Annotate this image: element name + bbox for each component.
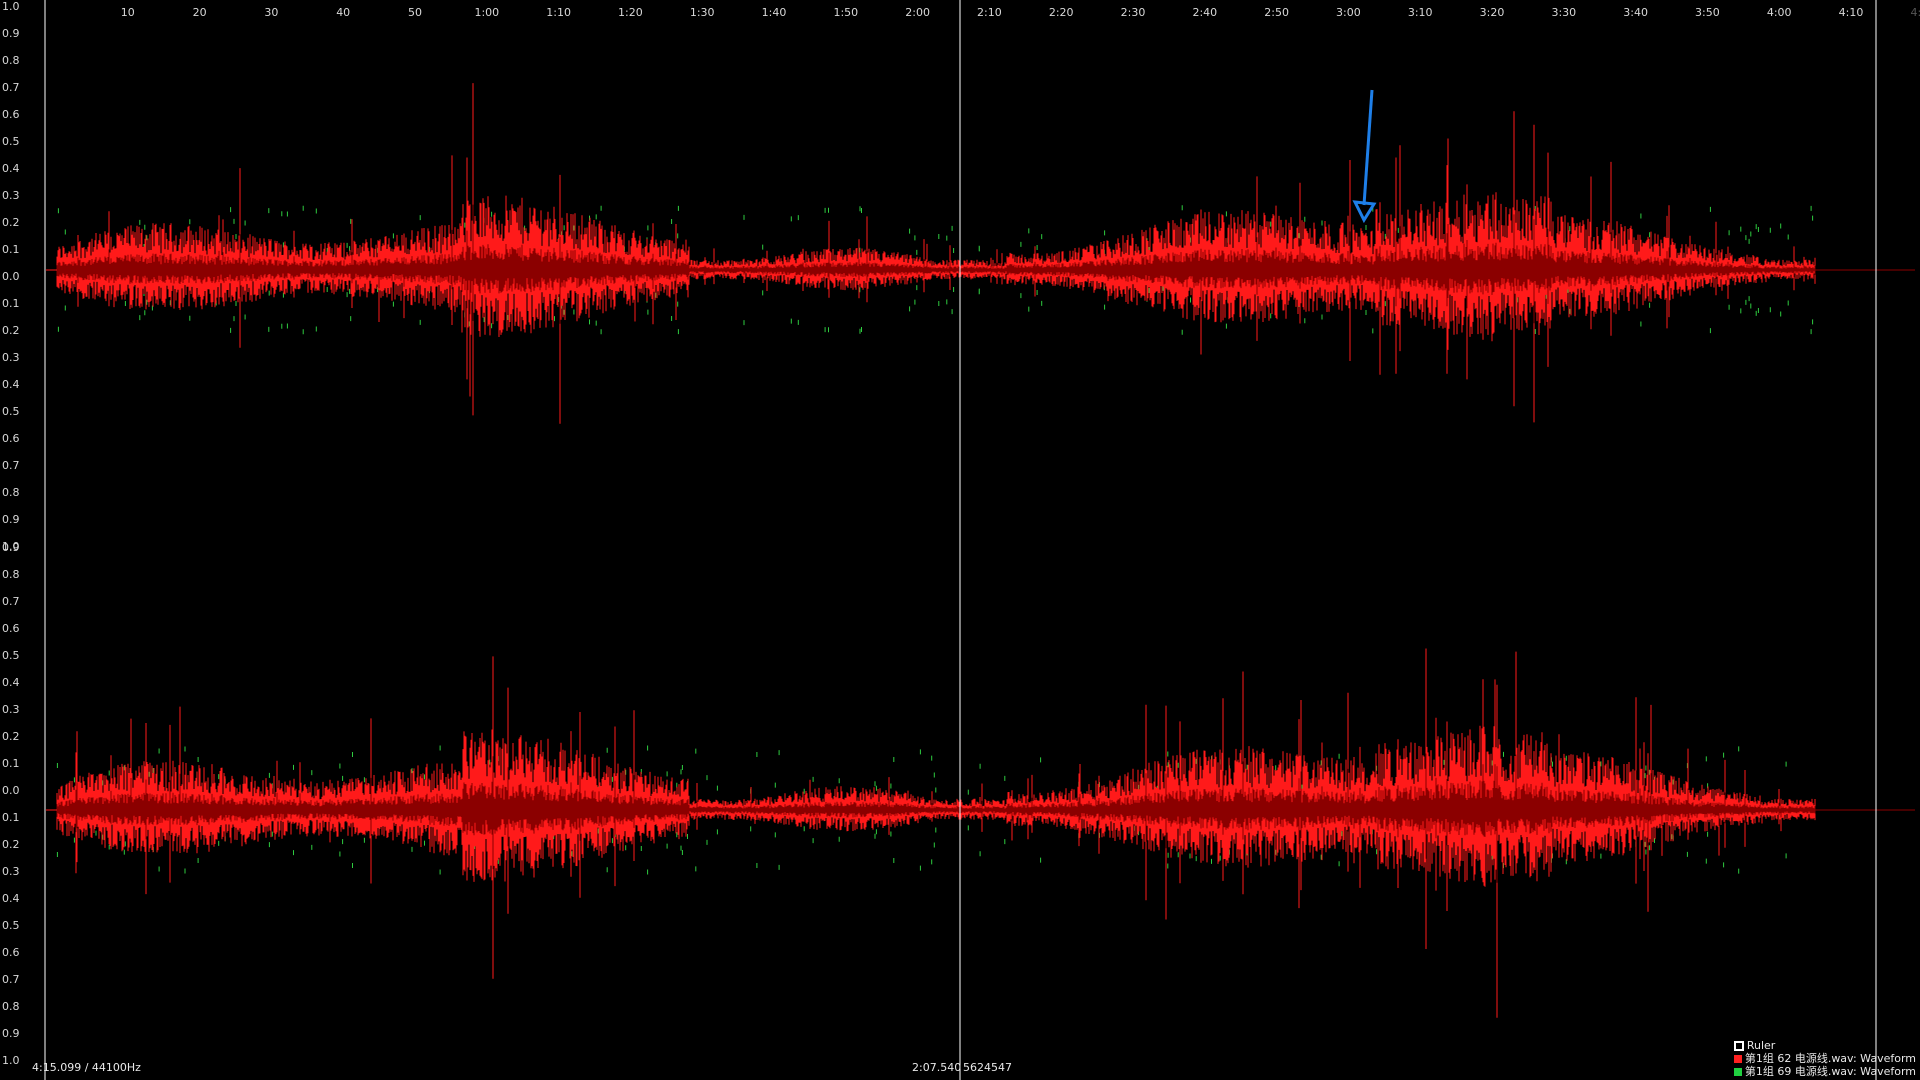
waveform-viewer[interactable]: 1.0 0.9 0.8 0.7 0.6 0.5 0.4 0.3 0.2 0.1 0.0 0.1 0.2 0…	[0, 0, 1920, 1080]
amplitude-tick-label: 0.8	[2, 54, 20, 67]
amplitude-tick-label: 0.9	[2, 513, 20, 526]
amplitude-tick-label: 0.1	[2, 757, 20, 770]
amplitude-tick-label: 0.8	[2, 486, 20, 499]
cursor-time-readout: 2:07.540	[912, 1061, 962, 1074]
time-tick-label: 1:30	[689, 6, 715, 19]
legend-label: Ruler	[1746, 1039, 1776, 1052]
amplitude-tick-label: 0.2	[2, 324, 20, 337]
amplitude-tick-label: 0.2	[2, 216, 20, 229]
amplitude-tick-label: 0.5	[2, 649, 20, 662]
amplitude-tick-label: 0.4	[2, 378, 20, 391]
time-tick-label: 1:00	[474, 6, 500, 19]
time-tick-label: 40	[336, 6, 351, 19]
amplitude-tick-label: 0.4	[2, 676, 20, 689]
cursor-sample-readout: 5624547	[963, 1061, 1012, 1074]
time-tick-label: 2:50	[1264, 6, 1289, 19]
amplitude-tick-label: 0.7	[2, 595, 20, 608]
time-tick-label: 30	[264, 6, 279, 19]
amplitude-tick-label: 0.9	[2, 1027, 20, 1040]
legend-swatch	[1733, 1067, 1742, 1076]
time-tick-label: 3:00	[1336, 6, 1361, 19]
time-tick-label: 3:40	[1623, 6, 1648, 19]
time-tick-label: 3:30	[1551, 6, 1577, 19]
amplitude-tick-label: 0.1	[2, 243, 20, 256]
amplitude-tick-label: 0.6	[2, 108, 20, 121]
time-tick-label: 2:40	[1192, 6, 1218, 19]
time-tick-label: 20	[192, 6, 207, 19]
legend-label: 第1组 62 电源线.wav: Waveform	[1744, 1052, 1916, 1065]
time-tick-label: 1:40	[761, 6, 787, 19]
amplitude-tick-label: 0.9	[2, 27, 20, 40]
amplitude-tick-label: 0.5	[2, 919, 20, 932]
time-tick-label: 10	[120, 6, 135, 19]
legend-item: 第1组 62 电源线.wav: Waveform	[1733, 1052, 1916, 1065]
amplitude-tick-label: 0.4	[2, 892, 20, 905]
amplitude-tick-label: 0.1	[2, 811, 20, 824]
legend-item: Ruler	[1733, 1039, 1916, 1052]
time-tick-label: 50	[408, 6, 422, 19]
time-tick-label: 1:10	[546, 6, 571, 19]
legend: Ruler 第1组 62 电源线.wav: Waveform 第1组 69 电源线.…	[1733, 1039, 1916, 1078]
amplitude-tick-label: 0.6	[2, 432, 20, 445]
amplitude-tick-label: 1.0	[2, 1054, 20, 1067]
amplitude-tick-label: 0.4	[2, 162, 20, 175]
waveform-channel-1	[46, 83, 1915, 424]
amplitude-tick-label: 0.7	[2, 459, 20, 472]
duration-samplerate-readout: 4:15.099 / 44100Hz	[32, 1061, 141, 1074]
waveform-upper-trace	[56, 648, 1816, 810]
amplitude-tick-label: 0.3	[2, 189, 20, 202]
amplitude-tick-label: 0.6	[2, 622, 20, 635]
waveform-lower-trace	[56, 270, 1816, 424]
amplitude-tick-label: 0.8	[2, 1000, 20, 1013]
legend-label: 第1组 69 电源线.wav: Waveform	[1744, 1065, 1916, 1078]
annotation-arrow-icon	[1352, 89, 1377, 224]
waveform-upper-trace	[56, 83, 1816, 270]
legend-item: 第1组 69 电源线.wav: Waveform	[1733, 1065, 1916, 1078]
time-tick-label: 2:30	[1120, 6, 1146, 19]
amplitude-tick-label: 0.0	[2, 270, 20, 283]
time-tick-label: 1:50	[833, 6, 859, 19]
time-tick-label: 2:20	[1048, 6, 1074, 19]
time-tick-label: 4:20	[1910, 6, 1920, 19]
time-tick-label: 4:10	[1838, 6, 1864, 19]
amplitude-tick-label: 0.3	[2, 351, 20, 364]
amplitude-tick-label: 0.3	[2, 865, 20, 878]
legend-swatch	[1733, 1054, 1742, 1063]
waveform-lower-trace	[56, 810, 1816, 1018]
time-tick-label: 2:00	[905, 6, 930, 19]
time-tick-label: 3:20	[1479, 6, 1505, 19]
waveform-channel-2	[46, 648, 1915, 1018]
amplitude-tick-label: 0.2	[2, 838, 20, 851]
amplitude-tick-label: 0.3	[2, 703, 20, 716]
amplitude-tick-label: 0.9	[2, 541, 20, 554]
amplitude-tick-label: 0.7	[2, 81, 20, 94]
amplitude-tick-label: 0.5	[2, 135, 20, 148]
time-tick-label: 1:20	[618, 6, 643, 19]
amplitude-tick-label: 0.5	[2, 405, 20, 418]
amplitude-tick-label: 1.0	[2, 0, 20, 13]
waveform-canvas[interactable]	[0, 0, 1920, 1080]
amplitude-tick-label: 0.1	[2, 297, 20, 310]
amplitude-tick-label: 0.8	[2, 568, 20, 581]
time-tick-label: 2:10	[977, 6, 1002, 19]
amplitude-tick-label: 0.7	[2, 973, 20, 986]
time-tick-label: 3:50	[1695, 6, 1720, 19]
amplitude-tick-label: 0.2	[2, 730, 20, 743]
time-tick-label: 4:00	[1766, 6, 1792, 19]
amplitude-tick-label: 0.6	[2, 946, 20, 959]
amplitude-tick-label: 0.0	[2, 784, 20, 797]
time-tick-label: 3:10	[1407, 6, 1433, 19]
legend-swatch	[1733, 1040, 1744, 1051]
